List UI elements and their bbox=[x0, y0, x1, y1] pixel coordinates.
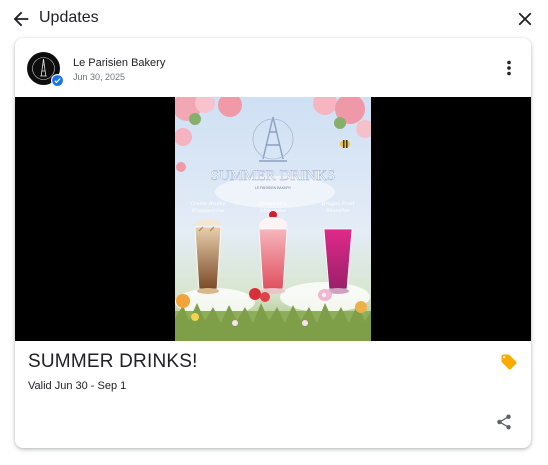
post-date: Jun 30, 2025 bbox=[73, 72, 126, 82]
svg-text:Smoothie: Smoothie bbox=[326, 208, 350, 214]
tag-icon bbox=[501, 354, 517, 370]
post-title: SUMMER DRINKS! bbox=[28, 351, 198, 372]
back-button[interactable] bbox=[10, 8, 32, 30]
share-icon bbox=[497, 414, 511, 430]
svg-text:Dragon Fruit: Dragon Fruit bbox=[320, 201, 355, 207]
svg-text:Creme Brulee: Creme Brulee bbox=[190, 201, 225, 207]
share-button[interactable] bbox=[495, 413, 513, 431]
svg-text:Frappuccino: Frappuccino bbox=[191, 208, 224, 214]
offer-tag bbox=[500, 353, 518, 371]
close-icon bbox=[518, 12, 532, 26]
post-media[interactable]: SUMMER DRINKS LE PARISIEN BAKERY Creme B… bbox=[15, 97, 531, 341]
offer-validity: Valid Jun 30 - Sep 1 bbox=[28, 380, 127, 392]
business-name[interactable]: Le Parisien Bakery bbox=[73, 57, 165, 69]
top-bar: Updates bbox=[0, 0, 548, 38]
summer-drinks-poster: SUMMER DRINKS LE PARISIEN BAKERY Creme B… bbox=[175, 97, 371, 341]
update-card: Le Parisien Bakery Jun 30, 2025 SUMMER D… bbox=[15, 38, 531, 448]
more-vert-icon bbox=[507, 60, 511, 76]
svg-text:LE PARISIEN BAKERY: LE PARISIEN BAKERY bbox=[255, 186, 292, 190]
more-options-button[interactable] bbox=[501, 58, 517, 78]
arrow-back-icon bbox=[13, 11, 29, 27]
svg-text:Strawberry: Strawberry bbox=[259, 201, 288, 207]
verified-badge-icon bbox=[51, 74, 64, 87]
avatar[interactable] bbox=[27, 52, 64, 87]
poster-headline: SUMMER DRINKS bbox=[211, 168, 336, 184]
close-button[interactable] bbox=[514, 8, 536, 30]
page-title: Updates bbox=[39, 9, 99, 26]
